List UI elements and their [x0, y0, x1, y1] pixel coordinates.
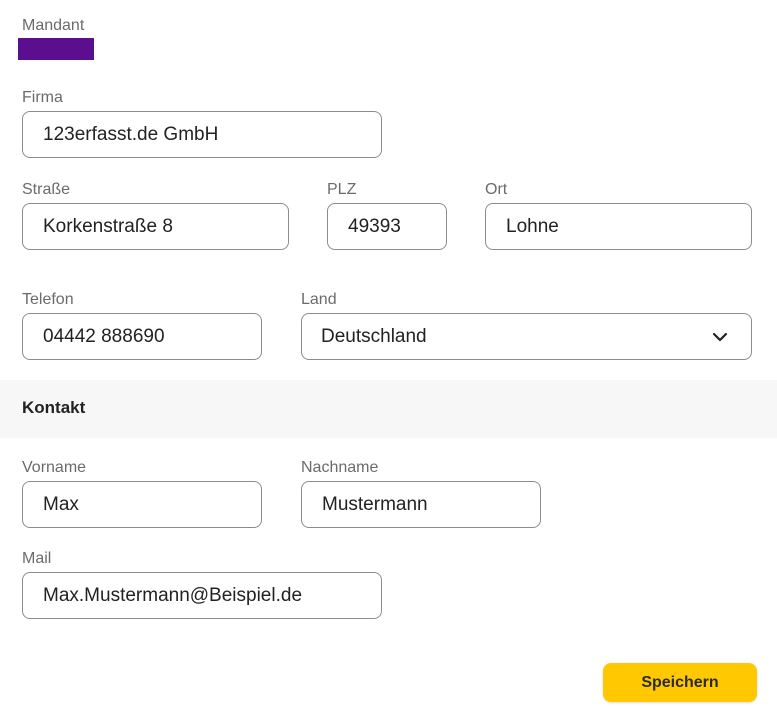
- nachname-label: Nachname: [301, 459, 379, 476]
- telefon-label: Telefon: [22, 291, 74, 308]
- ort-field[interactable]: [485, 203, 752, 250]
- nachname-field[interactable]: [301, 481, 541, 528]
- strasse-field[interactable]: [22, 203, 289, 250]
- plz-label: PLZ: [327, 181, 357, 198]
- telefon-field[interactable]: [22, 313, 262, 360]
- mandant-label: Mandant: [22, 17, 85, 34]
- chevron-down-icon: [712, 332, 728, 342]
- mail-label: Mail: [22, 550, 52, 567]
- firma-field[interactable]: [22, 111, 382, 158]
- mandant-logo: [18, 38, 94, 60]
- strasse-label: Straße: [22, 181, 71, 198]
- ort-label: Ort: [485, 181, 508, 198]
- save-button[interactable]: Speichern: [603, 663, 757, 702]
- firma-label: Firma: [22, 89, 63, 106]
- land-selected-value: Deutschland: [321, 325, 427, 347]
- vorname-field[interactable]: [22, 481, 262, 528]
- mail-field[interactable]: [22, 572, 382, 619]
- kontakt-section-title: Kontakt: [22, 398, 86, 417]
- plz-field[interactable]: [327, 203, 447, 250]
- land-select[interactable]: Deutschland: [301, 313, 752, 360]
- kontakt-section-header: [0, 380, 777, 438]
- land-label: Land: [301, 291, 337, 308]
- vorname-label: Vorname: [22, 459, 87, 476]
